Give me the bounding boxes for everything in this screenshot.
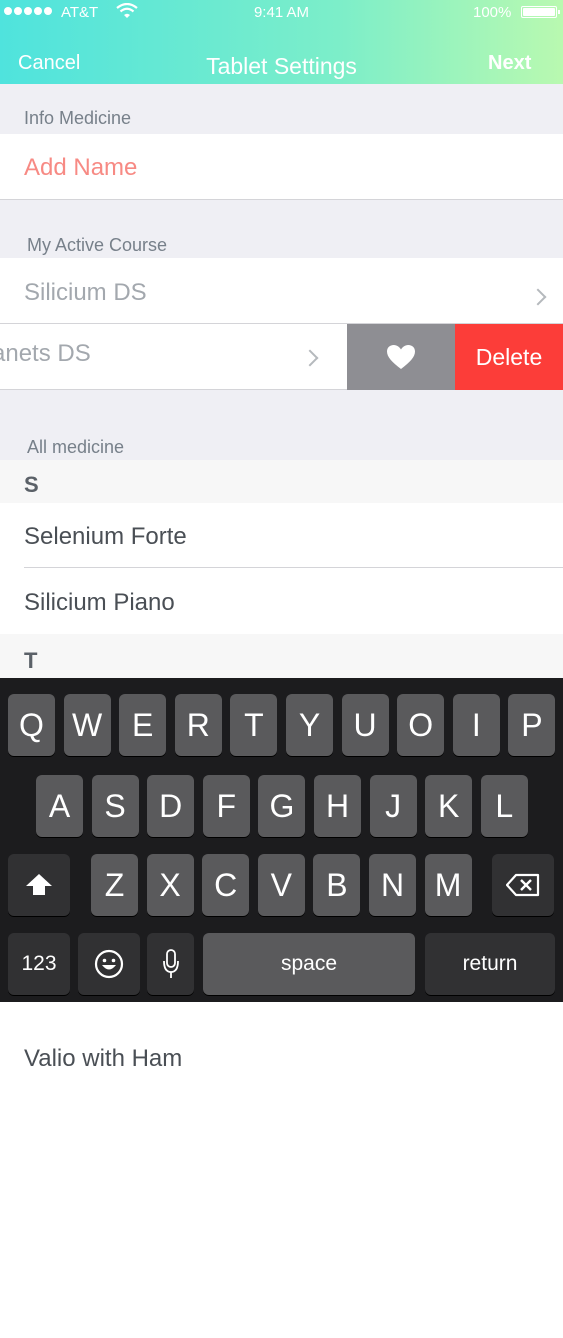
microphone-key[interactable] (147, 933, 194, 995)
active-course-header: My Active Course (0, 200, 563, 258)
list-item[interactable]: Silicium Piano (0, 568, 563, 634)
numbers-key[interactable]: 123 (8, 933, 70, 995)
key-i[interactable]: I (452, 694, 500, 756)
name-input-row[interactable]: Add Name (0, 134, 563, 199)
key-n[interactable]: N (369, 854, 416, 916)
key-a[interactable]: A (36, 775, 83, 837)
key-q[interactable]: Q (8, 694, 55, 756)
index-header-s: S (0, 460, 563, 503)
key-c[interactable]: C (202, 854, 250, 916)
key-j[interactable]: J (369, 775, 417, 837)
key-d[interactable]: D (147, 775, 195, 837)
chevron-right-icon (529, 288, 547, 306)
backspace-icon (506, 873, 540, 897)
course-item[interactable]: Silicium DS (0, 258, 563, 324)
info-section-label: Info Medicine (24, 108, 132, 128)
shift-key[interactable] (8, 854, 70, 916)
key-g[interactable]: G (258, 775, 306, 837)
key-v[interactable]: V (257, 854, 305, 916)
key-f[interactable]: F (202, 775, 250, 837)
key-h[interactable]: H (314, 775, 361, 837)
status-bar: AT&T 9:41 AM 100% (0, 0, 563, 26)
microphone-icon (162, 949, 179, 978)
all-medicine-header: All medicine (0, 390, 563, 460)
battery-icon (521, 6, 560, 18)
list-item-label: Selenium Forte (24, 523, 187, 550)
list-item-label: Silicium Piano (24, 589, 175, 616)
all-medicine-label: All medicine (27, 437, 125, 457)
name-input[interactable]: Add Name (24, 154, 137, 182)
key-o[interactable]: O (397, 694, 445, 756)
shift-icon (26, 874, 52, 895)
key-r[interactable]: R (174, 694, 222, 756)
page-title: Tablet Settings (206, 53, 357, 79)
key-m[interactable]: M (424, 854, 472, 916)
list-item-label: Valio with Ham (24, 1045, 183, 1072)
index-letter: S (24, 472, 39, 497)
delete-button[interactable]: Delete (455, 324, 563, 390)
info-section-header: Info Medicine (0, 84, 563, 134)
course-item-swiped[interactable]: anets DS (0, 324, 347, 390)
course-item-label: anets DS (0, 340, 91, 367)
space-key[interactable]: space (203, 933, 415, 995)
course-item-label: Silicium DS (24, 279, 147, 306)
emoji-icon (94, 949, 124, 979)
key-u[interactable]: U (341, 694, 389, 756)
index-letter: T (24, 648, 38, 673)
key-l[interactable]: L (480, 775, 528, 837)
key-p[interactable]: P (508, 694, 556, 756)
keyboard: QWERTYUOIP ASDFGHJKL ZXCVBNM 123 space r… (0, 678, 563, 1002)
key-w[interactable]: W (63, 694, 111, 756)
return-key[interactable]: return (425, 933, 555, 995)
list-item[interactable]: Valio with Ham (0, 1002, 563, 1114)
next-button[interactable]: Next (488, 52, 531, 75)
emoji-key[interactable] (78, 933, 140, 995)
key-x[interactable]: X (146, 854, 194, 916)
heart-icon (387, 345, 415, 369)
battery-percentage: 100% (473, 4, 512, 21)
key-z[interactable]: Z (91, 854, 138, 916)
key-s[interactable]: S (91, 775, 139, 837)
key-b[interactable]: B (313, 854, 361, 916)
backspace-key[interactable] (492, 854, 554, 916)
chevron-right-icon (301, 349, 319, 367)
header-bar: AT&T 9:41 AM 100% Cancel Tablet Settings… (0, 0, 563, 84)
list-item[interactable]: Selenium Forte (0, 503, 563, 568)
favorite-button[interactable] (347, 324, 455, 390)
key-t[interactable]: T (230, 694, 278, 756)
key-y[interactable]: Y (286, 694, 333, 756)
index-header-t: T (0, 634, 563, 678)
key-k[interactable]: K (425, 775, 473, 837)
key-e[interactable]: E (119, 694, 167, 756)
active-course-label: My Active Course (27, 235, 168, 255)
